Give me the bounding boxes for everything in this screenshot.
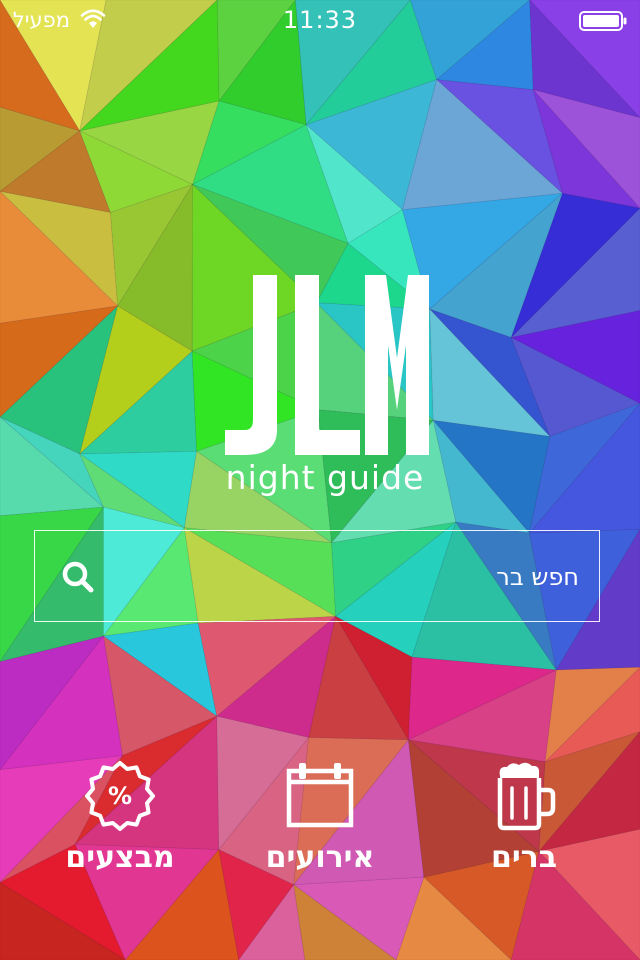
nav-deals-button[interactable]: % מבצעים	[30, 760, 210, 880]
nav-label-deals: מבצעים	[65, 840, 175, 875]
svg-text:%: %	[108, 782, 132, 810]
logo-tagline: night guide	[225, 458, 425, 497]
battery-icon	[579, 11, 627, 31]
nav-label-bars: ברים	[490, 840, 558, 875]
calendar-icon	[286, 763, 354, 828]
search-bar[interactable]	[34, 530, 600, 622]
nav-bars-button[interactable]: ברים	[434, 760, 614, 880]
jlm-logo-mark	[225, 275, 429, 455]
clock: 11:33	[282, 6, 358, 34]
nav-events-button[interactable]: אירועים	[230, 760, 410, 880]
percent-badge-icon: %	[85, 761, 155, 831]
nav-label-events: אירועים	[265, 840, 375, 875]
search-input[interactable]	[145, 531, 581, 622]
app-logo: night guide	[220, 270, 430, 510]
status-bar: מפעיל 11:33	[0, 0, 640, 40]
beer-mug-icon	[497, 762, 556, 831]
search-icon[interactable]	[61, 560, 95, 594]
